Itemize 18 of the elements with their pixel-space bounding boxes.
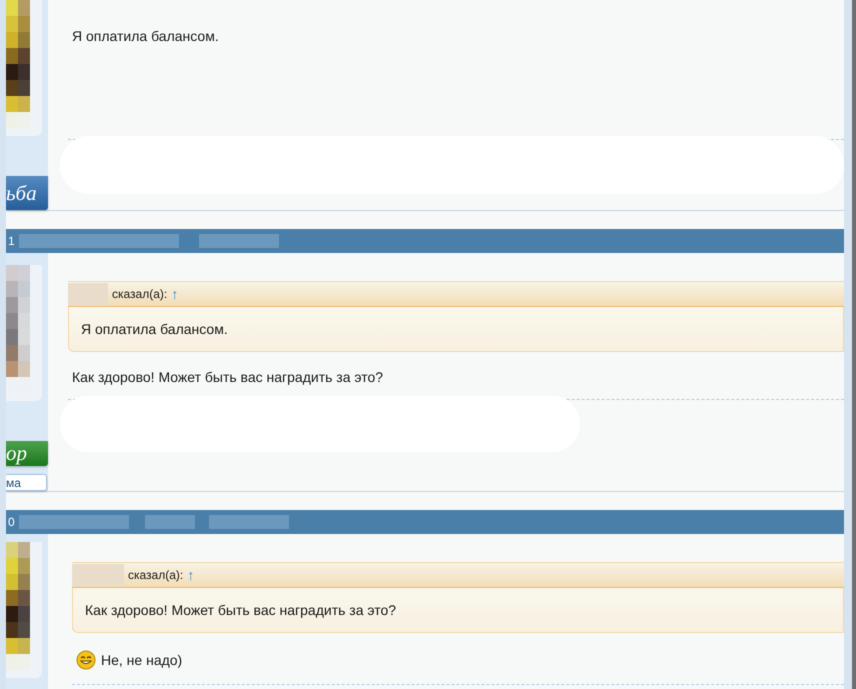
- rank-ribbon: ор: [6, 441, 48, 466]
- rank-title: ма: [6, 474, 47, 491]
- rank-ribbon: ьба: [6, 176, 48, 210]
- redacted-name: [72, 564, 124, 586]
- quote-source-link[interactable]: ↑: [171, 286, 178, 302]
- redacted-name: [68, 283, 108, 305]
- message-text: Не, не надо): [101, 652, 182, 668]
- quote-source-link[interactable]: ↑: [187, 567, 194, 583]
- smiley-icon: [76, 650, 96, 670]
- quote-text: Я оплатила балансом.: [68, 307, 844, 352]
- quote-text: Как здорово! Может быть вас наградить за это?: [72, 588, 844, 633]
- quote-author-label: сказал(а):: [128, 568, 184, 582]
- redacted-text: [144, 515, 195, 529]
- post-number: 0: [7, 515, 15, 529]
- post-number: 1: [7, 234, 15, 248]
- message-text: Я оплатила балансом.: [72, 28, 219, 44]
- quote-author-label: сказал(а):: [112, 287, 168, 301]
- message-text: Как здорово! Может быть вас наградить за это?: [72, 369, 384, 385]
